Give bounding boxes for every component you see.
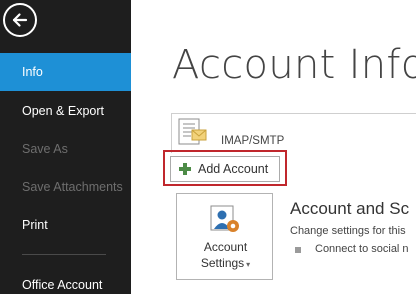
bullet-text: Connect to social n	[315, 243, 409, 255]
sidebar-item-label: Save As	[22, 142, 68, 156]
section-title: Account and Sc	[290, 199, 410, 218]
page-title: Account Inform	[172, 42, 416, 88]
sidebar-item-print[interactable]: Print	[0, 206, 131, 244]
sidebar-item-label: Print	[22, 218, 48, 232]
account-settings-line2: Settings ▾	[177, 255, 274, 273]
add-account-label: Add Account	[198, 162, 269, 176]
account-settings-button[interactable]: Account Settings ▾	[176, 193, 273, 280]
sidebar-item-label: Save Attachments	[22, 180, 123, 194]
mail-account-icon	[178, 118, 207, 145]
sidebar-item-label: Open & Export	[22, 104, 104, 118]
sidebar-item-save-attachments[interactable]: Save Attachments	[0, 168, 131, 206]
account-settings-icon	[210, 205, 239, 232]
section-description: Change settings for this	[290, 225, 406, 237]
sidebar-item-open-export[interactable]: Open & Export	[0, 92, 131, 130]
chevron-down-icon: ▾	[246, 260, 251, 269]
backstage-sidebar: Info Open & Export Save As Save Attachme…	[0, 0, 131, 294]
account-settings-line1: Account	[203, 240, 248, 254]
outlook-backstage: Info Open & Export Save As Save Attachme…	[0, 0, 416, 294]
sidebar-item-label: Info	[22, 65, 43, 79]
bullet-icon	[295, 247, 301, 253]
sidebar-item-save-as[interactable]: Save As	[0, 130, 131, 168]
add-account-button[interactable]: Add Account	[170, 156, 280, 182]
account-settings-label: Account Settings ▾	[177, 239, 274, 273]
plus-icon	[179, 163, 191, 175]
sidebar-item-info[interactable]: Info	[0, 53, 131, 91]
sidebar-item-label: Office Account	[22, 278, 103, 292]
back-arrow-icon[interactable]	[3, 3, 37, 37]
account-type-label: IMAP/SMTP	[221, 135, 285, 147]
sidebar-item-office-account[interactable]: Office Account	[0, 266, 131, 294]
sidebar-divider	[22, 254, 106, 255]
account-settings-line2-text: Settings	[200, 256, 245, 270]
